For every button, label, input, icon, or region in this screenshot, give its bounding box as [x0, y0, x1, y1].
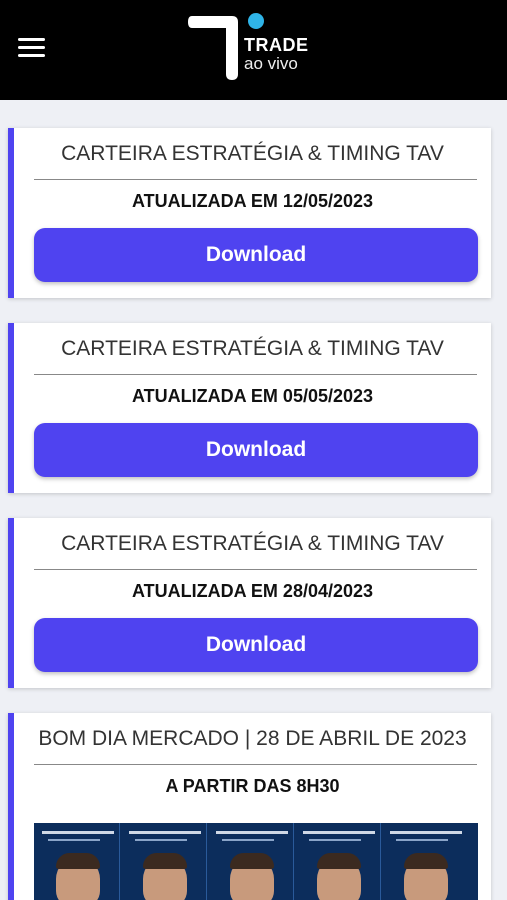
divider: [34, 569, 477, 570]
card-date: ATUALIZADA EM 05/05/2023: [131, 386, 374, 406]
event-title: BOM DIA MERCADO | 28 DE ABRIL DE 2023: [38, 727, 467, 750]
divider: [34, 179, 477, 180]
logo-title: TRADE: [244, 35, 309, 55]
event-banner-image[interactable]: [34, 823, 478, 900]
report-card: CARTEIRA ESTRATÉGIA & TIMING TAV ATUALIZ…: [8, 128, 491, 298]
app-header: TRADE ao vivo: [0, 0, 507, 100]
trade-ao-vivo-logo[interactable]: TRADE ao vivo: [188, 12, 323, 82]
presenter-photo: [295, 823, 381, 900]
event-time: A PARTIR DAS 8H30: [165, 776, 340, 796]
card-title: CARTEIRA ESTRATÉGIA & TIMING TAV: [61, 142, 444, 165]
card-title: CARTEIRA ESTRATÉGIA & TIMING TAV: [61, 337, 444, 360]
download-button[interactable]: Download: [34, 423, 478, 477]
card-date: ATUALIZADA EM 28/04/2023: [131, 581, 374, 601]
presenter-photo: [208, 823, 294, 900]
report-card: CARTEIRA ESTRATÉGIA & TIMING TAV ATUALIZ…: [8, 323, 491, 493]
presenter-photo: [34, 823, 120, 900]
download-button[interactable]: Download: [34, 228, 478, 282]
presenter-photo: [382, 823, 468, 900]
logo-subtitle: ao vivo: [244, 54, 298, 73]
card-title: CARTEIRA ESTRATÉGIA & TIMING TAV: [61, 532, 444, 555]
download-button[interactable]: Download: [34, 618, 478, 672]
presenter-photo: [121, 823, 207, 900]
card-date: ATUALIZADA EM 12/05/2023: [131, 191, 374, 211]
event-card: BOM DIA MERCADO | 28 DE ABRIL DE 2023 A …: [8, 713, 491, 900]
divider: [34, 764, 477, 765]
report-card: CARTEIRA ESTRATÉGIA & TIMING TAV ATUALIZ…: [8, 518, 491, 688]
divider: [34, 374, 477, 375]
menu-icon[interactable]: [18, 38, 45, 58]
